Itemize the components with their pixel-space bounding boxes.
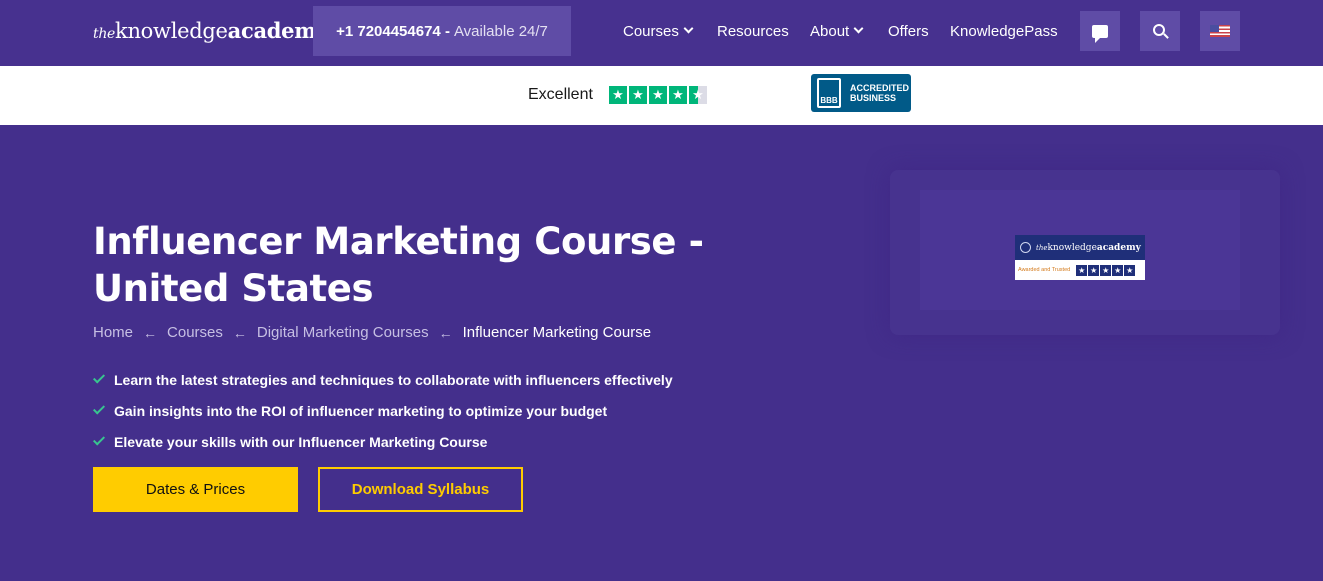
chevron-down-icon: [683, 23, 694, 34]
trustpilot-stars[interactable]: ★ ★ ★ ★ ★: [609, 86, 707, 104]
download-syllabus-button[interactable]: Download Syllabus: [318, 467, 523, 512]
star-icon: ★: [1124, 264, 1136, 276]
list-item: Elevate your skills with our Influencer …: [92, 426, 673, 457]
region-selector-button[interactable]: [1200, 11, 1240, 51]
phone-number: +1 7204454674 -: [336, 22, 450, 40]
star-icon: ★: [609, 86, 627, 104]
nav-resources[interactable]: Resources: [717, 0, 789, 62]
star-icon: ★: [649, 86, 667, 104]
bbb-logo-icon: BBB: [817, 78, 841, 108]
site-header: theknowledgeacademy +1 7204454674 - Avai…: [0, 0, 1323, 66]
trustpilot-rating-label: Excellent: [528, 86, 593, 103]
site-logo[interactable]: theknowledgeacademy: [93, 18, 328, 43]
award-stars: ★ ★ ★ ★ ★: [1076, 264, 1136, 276]
half-star-icon: ★: [689, 86, 707, 104]
star-icon: ★: [669, 86, 687, 104]
check-icon: [92, 433, 106, 446]
nav-about[interactable]: About: [810, 0, 864, 62]
dates-prices-button[interactable]: Dates & Prices: [93, 467, 298, 512]
arrow-left-icon: ←: [232, 324, 247, 341]
star-icon: ★: [1112, 264, 1124, 276]
breadcrumb: Home ← Courses ← Digital Marketing Cours…: [93, 324, 651, 341]
check-icon: [92, 371, 106, 384]
star-icon: ★: [1076, 264, 1088, 276]
search-button[interactable]: [1140, 11, 1180, 51]
awarded-logo-badge: the knowledge academy Awarded and Trusted …: [1015, 235, 1145, 280]
chevron-down-icon: [853, 23, 864, 34]
phone-contact-button[interactable]: +1 7204454674 - Available 24/7: [313, 6, 571, 56]
phone-availability: Available 24/7: [453, 22, 548, 40]
list-item: Learn the latest strategies and techniqu…: [92, 364, 673, 395]
chat-icon: [1092, 24, 1108, 43]
us-flag-icon: [1210, 25, 1230, 37]
list-item: Gain insights into the ROI of influencer…: [92, 395, 673, 426]
star-icon: ★: [1088, 264, 1100, 276]
check-icon: [92, 402, 106, 415]
nav-knowledgepass[interactable]: KnowledgePass: [950, 0, 1058, 62]
feature-list: Learn the latest strategies and techniqu…: [92, 364, 673, 457]
breadcrumb-home[interactable]: Home: [93, 324, 133, 341]
nav-courses[interactable]: Courses: [623, 0, 694, 62]
search-icon: [1152, 23, 1165, 36]
chat-button[interactable]: [1080, 11, 1120, 51]
breadcrumb-digital-marketing[interactable]: Digital Marketing Courses: [257, 324, 429, 341]
breadcrumb-current: Influencer Marketing Course: [462, 324, 652, 341]
nav-offers[interactable]: Offers: [888, 0, 929, 62]
arrow-left-icon: ←: [438, 324, 453, 341]
awarded-label: Awarded and Trusted: [1018, 267, 1071, 273]
breadcrumb-courses[interactable]: Courses: [167, 324, 223, 341]
arrow-left-icon: ←: [143, 324, 158, 341]
bbb-accredited-badge[interactable]: BBB ACCREDITED BUSINESS: [811, 74, 911, 112]
globe-icon: [1020, 242, 1031, 253]
star-icon: ★: [629, 86, 647, 104]
star-icon: ★: [1100, 264, 1112, 276]
page-title: Influencer Marketing Course - United Sta…: [93, 220, 704, 310]
